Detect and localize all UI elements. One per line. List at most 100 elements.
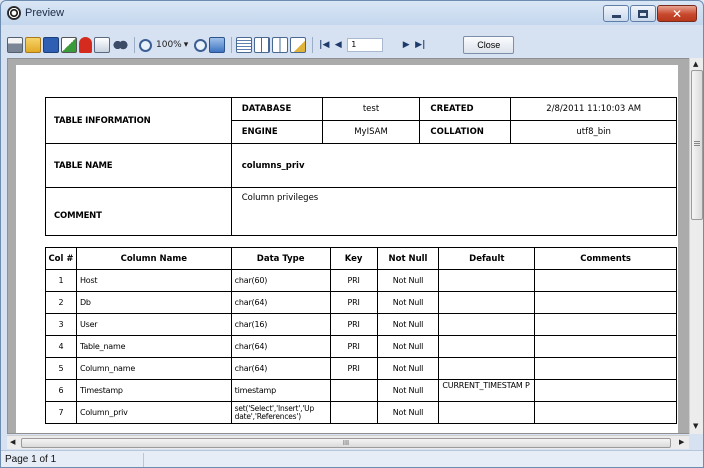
open-folder-icon[interactable] bbox=[25, 37, 41, 53]
cell-name: Timestamp bbox=[75, 379, 232, 402]
table-row: 3 User char(16) PRI Not Null bbox=[45, 313, 677, 336]
cell-default bbox=[438, 335, 536, 358]
table-row: 1 Host char(60) PRI Not Null bbox=[45, 269, 677, 292]
cell-name: Db bbox=[75, 291, 232, 314]
scroll-right-icon[interactable]: ▶ bbox=[679, 438, 684, 446]
database-label: DATABASE bbox=[230, 97, 323, 121]
find-icon[interactable] bbox=[112, 37, 128, 53]
scroll-left-icon[interactable]: ◀ bbox=[10, 438, 15, 446]
last-page-icon[interactable]: ▶| bbox=[413, 40, 427, 50]
header-key: Key bbox=[329, 247, 378, 270]
export-icon[interactable] bbox=[61, 37, 77, 53]
cell-default bbox=[438, 313, 536, 336]
edit-icon[interactable] bbox=[290, 37, 307, 53]
cell-type: char(60) bbox=[230, 269, 331, 292]
table-row: 6 Timestamp timestamp Not Null CURRENT_T… bbox=[45, 379, 677, 402]
cell-comments bbox=[534, 291, 677, 314]
scroll-up-icon[interactable]: ▲ bbox=[693, 60, 698, 68]
cell-key bbox=[329, 379, 378, 402]
cell-num: 3 bbox=[45, 313, 77, 336]
pdf-icon[interactable] bbox=[79, 37, 92, 53]
minimize-icon bbox=[611, 15, 621, 18]
cell-key: PRI bbox=[329, 357, 378, 380]
vertical-scroll-thumb[interactable] bbox=[691, 70, 703, 220]
maximize-icon bbox=[638, 9, 648, 18]
status-divider bbox=[143, 453, 144, 467]
scroll-down-icon[interactable]: ▼ bbox=[693, 422, 698, 430]
zoom-in-icon[interactable] bbox=[139, 38, 152, 52]
zoom-out-icon[interactable] bbox=[194, 38, 208, 52]
cell-key: PRI bbox=[329, 269, 378, 292]
cell-type: set('Select','Insert','Up date','Referen… bbox=[230, 401, 331, 424]
cell-name: User bbox=[75, 313, 232, 336]
cell-name: Host bbox=[75, 269, 232, 292]
toolbar-separator bbox=[312, 37, 314, 53]
cell-comments bbox=[534, 379, 677, 402]
comment-value: Column privileges bbox=[230, 187, 678, 236]
save-icon[interactable] bbox=[43, 37, 59, 53]
created-label: CREATED bbox=[419, 97, 512, 121]
columns-header-row: Col # Column Name Data Type Key Not Null… bbox=[45, 247, 677, 270]
cell-type: timestamp bbox=[230, 379, 331, 402]
title-bar[interactable]: Preview ✕ bbox=[1, 1, 703, 27]
page-setup-icon[interactable] bbox=[94, 37, 110, 53]
cell-type: char(64) bbox=[230, 291, 331, 314]
cell-num: 2 bbox=[45, 291, 77, 314]
vertical-scrollbar[interactable]: ▲ ▼ bbox=[689, 58, 703, 434]
created-value: 2/8/2011 11:10:03 AM bbox=[510, 97, 677, 121]
close-icon: ✕ bbox=[671, 6, 683, 21]
preview-window: Preview ✕ 100% ▾ |◀ ◀ 1 ▶ ▶| Close TABLE… bbox=[0, 0, 704, 468]
horizontal-scroll-thumb[interactable]: III bbox=[21, 438, 671, 448]
horizontal-scrollbar[interactable]: ◀ III ▶ bbox=[7, 435, 689, 449]
maximize-button[interactable] bbox=[630, 5, 656, 22]
previous-page-icon[interactable]: ◀ bbox=[331, 40, 345, 50]
table-row: 7 Column_priv set('Select','Insert','Up … bbox=[45, 401, 677, 424]
cell-comments bbox=[534, 401, 677, 424]
cell-default bbox=[438, 269, 536, 292]
minimize-button[interactable] bbox=[603, 5, 629, 22]
header-not-null: Not Null bbox=[376, 247, 440, 270]
table-information-label: TABLE INFORMATION bbox=[45, 97, 232, 144]
window-controls: ✕ bbox=[603, 5, 697, 22]
zoom-select[interactable]: 100% ▾ bbox=[156, 40, 188, 50]
table-row: 2 Db char(64) PRI Not Null bbox=[45, 291, 677, 314]
report-page: TABLE INFORMATION DATABASE test CREATED … bbox=[16, 65, 678, 433]
cell-key: PRI bbox=[329, 291, 378, 314]
cell-name: Column_priv bbox=[75, 401, 232, 424]
print-icon[interactable] bbox=[7, 37, 23, 53]
table-info: TABLE INFORMATION DATABASE test CREATED … bbox=[45, 97, 678, 236]
book-icon[interactable] bbox=[272, 37, 289, 53]
page-status: Page 1 of 1 bbox=[5, 454, 57, 465]
cell-num: 7 bbox=[45, 401, 77, 424]
cell-not-null: Not Null bbox=[376, 357, 440, 380]
first-page-icon[interactable]: |◀ bbox=[317, 40, 331, 50]
table-name-label: TABLE NAME bbox=[45, 143, 232, 188]
cell-default: CURRENT_TIMESTAM P bbox=[438, 379, 536, 402]
preview-area[interactable]: TABLE INFORMATION DATABASE test CREATED … bbox=[7, 58, 693, 434]
cell-key bbox=[329, 401, 378, 424]
cell-type: char(16) bbox=[230, 313, 331, 336]
fit-page-icon[interactable] bbox=[209, 37, 226, 53]
columns-table: Col # Column Name Data Type Key Not Null… bbox=[45, 247, 677, 424]
cell-key: PRI bbox=[329, 313, 378, 336]
table-row: 4 Table_name char(64) PRI Not Null bbox=[45, 335, 677, 358]
next-page-icon[interactable]: ▶ bbox=[399, 40, 413, 50]
page-number-input[interactable]: 1 bbox=[347, 38, 384, 52]
collation-label: COLLATION bbox=[419, 120, 512, 144]
header-default: Default bbox=[438, 247, 536, 270]
single-page-icon[interactable] bbox=[236, 37, 253, 53]
multi-page-icon[interactable] bbox=[254, 37, 271, 53]
window-close-button[interactable]: ✕ bbox=[657, 5, 697, 22]
cell-key: PRI bbox=[329, 335, 378, 358]
zoom-value: 100% bbox=[156, 40, 182, 50]
header-col-num: Col # bbox=[45, 247, 77, 270]
close-button[interactable]: Close bbox=[463, 36, 515, 54]
cell-name: Table_name bbox=[75, 335, 232, 358]
cell-num: 4 bbox=[45, 335, 77, 358]
grip-icon: III bbox=[342, 439, 350, 447]
cell-default bbox=[438, 401, 536, 424]
cell-not-null: Not Null bbox=[376, 269, 440, 292]
table-name-value: columns_priv bbox=[230, 143, 678, 188]
engine-label: ENGINE bbox=[230, 120, 323, 144]
engine-value: MyISAM bbox=[321, 120, 421, 144]
